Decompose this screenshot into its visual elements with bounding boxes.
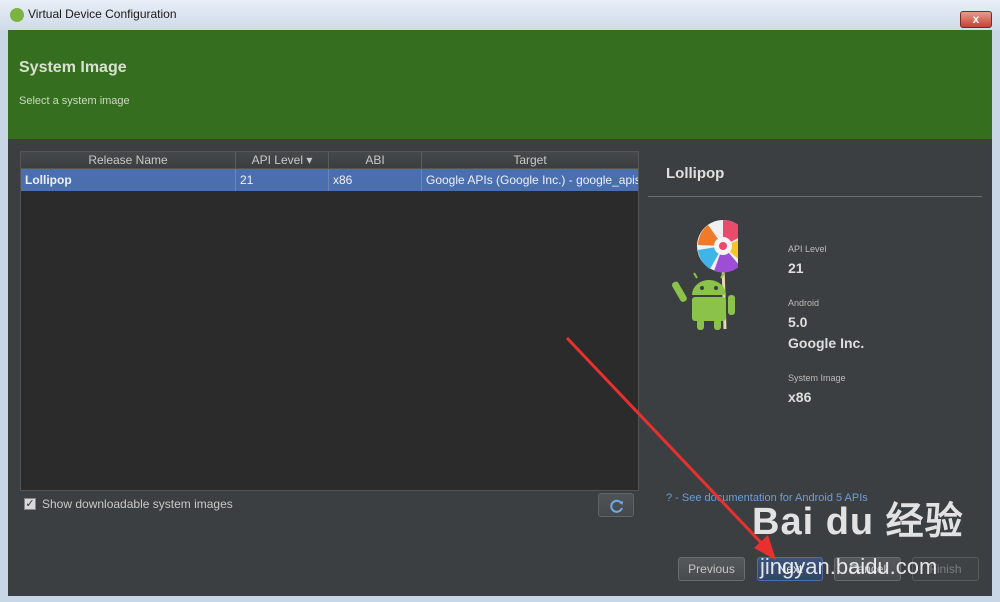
android-version: 5.0	[788, 314, 808, 330]
show-downloadable-label: Show downloadable system images	[42, 497, 233, 511]
cell-target: Google APIs (Google Inc.) - google_apis	[426, 173, 638, 187]
api-level-label: API Level	[788, 244, 827, 254]
column-header-release-name[interactable]: Release Name	[21, 152, 236, 168]
cancel-button[interactable]: Cancel	[834, 557, 901, 581]
window-frame-right	[992, 30, 1000, 602]
system-image-value: x86	[788, 389, 812, 405]
cell-release-name: Lollipop	[21, 169, 236, 191]
system-image-label: System Image	[788, 373, 846, 383]
selected-image-name: Lollipop	[666, 165, 725, 182]
vendor-name: Google Inc.	[788, 335, 865, 351]
cell-abi: x86	[329, 169, 422, 191]
documentation-link[interactable]: ? - See documentation for Android 5 APIs	[666, 492, 868, 504]
column-header-api-level[interactable]: API Level ▾	[236, 152, 329, 168]
api-level-value: 21	[788, 260, 804, 276]
table-header: Release Name API Level ▾ ABI Target	[21, 152, 638, 169]
android-studio-icon	[10, 8, 24, 22]
previous-button[interactable]: Previous	[678, 557, 745, 581]
refresh-button[interactable]	[598, 493, 634, 517]
cell-api-level: 21	[236, 169, 329, 191]
window-frame-left	[0, 30, 8, 602]
wizard-header: System Image Select a system image	[8, 30, 992, 139]
page-title: System Image	[19, 59, 127, 76]
android-label: Android	[788, 298, 820, 308]
virtual-device-configuration-window: Virtual Device Configuration x System Im…	[0, 0, 1000, 602]
title-bar: Virtual Device Configuration x	[0, 0, 1000, 31]
table-row[interactable]: Lollipop 21 x86 Google APIs (Google Inc.…	[21, 169, 638, 191]
page-subtitle: Select a system image	[19, 95, 130, 107]
column-header-target[interactable]: Target	[422, 152, 638, 168]
window-frame-bottom	[0, 596, 1000, 602]
finish-button[interactable]: Finish	[912, 557, 979, 581]
window-title: Virtual Device Configuration	[28, 7, 177, 21]
column-header-abi[interactable]: ABI	[329, 152, 422, 168]
next-button[interactable]: Next	[757, 557, 823, 581]
wizard-content: Release Name API Level ▾ ABI Target Loll…	[8, 139, 992, 596]
lollipop-android-icon	[671, 220, 738, 330]
close-button[interactable]: x	[960, 11, 992, 28]
panel-divider	[648, 196, 982, 197]
refresh-icon	[610, 499, 623, 513]
system-image-table: Release Name API Level ▾ ABI Target Loll…	[20, 151, 639, 491]
show-downloadable-checkbox[interactable]: ✓	[24, 498, 36, 510]
